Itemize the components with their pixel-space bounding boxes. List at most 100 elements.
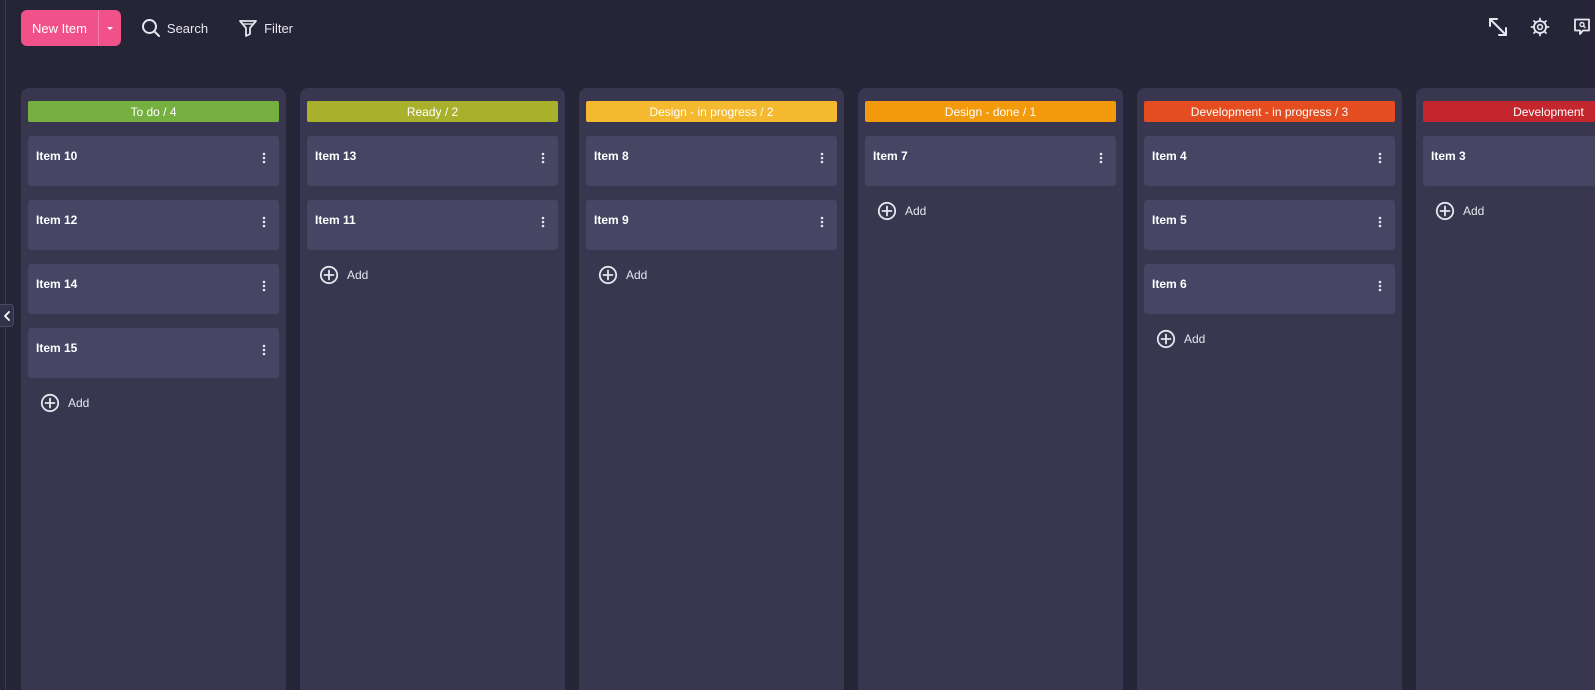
- plus-circle-icon: [877, 201, 897, 221]
- item-menu-button[interactable]: [817, 150, 827, 166]
- column-header[interactable]: Design - in progress / 2: [586, 101, 837, 122]
- item-menu-button[interactable]: [259, 150, 269, 166]
- item-menu-button[interactable]: [259, 278, 269, 294]
- more-vertical-icon: [262, 344, 266, 356]
- item-card[interactable]: Item 4: [1144, 136, 1395, 186]
- expand-icon: [1489, 18, 1507, 36]
- item-card[interactable]: Item 8: [586, 136, 837, 186]
- item-menu-button[interactable]: [1375, 214, 1385, 230]
- collapse-sidebar-button[interactable]: [0, 304, 14, 327]
- card-list: Item 7: [865, 136, 1116, 186]
- more-vertical-icon: [262, 280, 266, 292]
- search-label: Search: [166, 20, 209, 36]
- item-title: Item 12: [36, 213, 78, 227]
- add-label: Add: [1463, 204, 1485, 218]
- filter-label: Filter: [264, 20, 293, 36]
- column-header[interactable]: Development - in progress / 3: [1144, 101, 1395, 122]
- board-column: To do / 4 Item 10 Item 12 Item 14 Item 15 Add: [21, 88, 286, 690]
- board-column: Design - done / 1 Item 7 Add: [858, 88, 1123, 690]
- add-item-button[interactable]: Add: [319, 264, 558, 286]
- add-label: Add: [626, 268, 648, 282]
- board-column: Design - in progress / 2 Item 8 Item 9 Add: [579, 88, 844, 690]
- settings-icon: [1530, 17, 1550, 37]
- item-menu-button[interactable]: [1096, 150, 1106, 166]
- item-menu-button[interactable]: [1375, 150, 1385, 166]
- add-label: Add: [1184, 332, 1206, 346]
- item-card[interactable]: Item 10: [28, 136, 279, 186]
- card-list: Item 3: [1423, 136, 1595, 186]
- item-card[interactable]: Item 11: [307, 200, 558, 250]
- more-vertical-icon: [541, 216, 545, 228]
- card-list: Item 10 Item 12 Item 14 Item 15: [28, 136, 279, 378]
- more-vertical-icon: [1378, 280, 1382, 292]
- new-item-label[interactable]: New Item: [21, 10, 99, 46]
- top-right-actions: [1469, 14, 1595, 40]
- plus-circle-icon: [1156, 329, 1176, 349]
- item-card[interactable]: Item 13: [307, 136, 558, 186]
- item-title: Item 4: [1152, 149, 1187, 163]
- more-vertical-icon: [1099, 152, 1103, 164]
- item-menu-button[interactable]: [817, 214, 827, 230]
- add-label: Add: [905, 204, 927, 218]
- kanban-board: To do / 4 Item 10 Item 12 Item 14 Item 15 Add…: [21, 88, 1595, 690]
- item-card[interactable]: Item 7: [865, 136, 1116, 186]
- add-item-button[interactable]: Add: [1156, 328, 1395, 350]
- feedback-button[interactable]: [1569, 14, 1595, 40]
- item-card[interactable]: Item 5: [1144, 200, 1395, 250]
- left-divider: [5, 0, 6, 690]
- item-card[interactable]: Item 15: [28, 328, 279, 378]
- card-list: Item 8 Item 9: [586, 136, 837, 250]
- item-title: Item 14: [36, 277, 78, 291]
- item-title: Item 7: [873, 149, 908, 163]
- column-header[interactable]: Design - done / 1: [865, 101, 1116, 122]
- caret-down-icon: [106, 26, 113, 30]
- settings-button[interactable]: [1527, 14, 1553, 40]
- new-item-button[interactable]: New Item: [21, 10, 121, 46]
- column-header[interactable]: To do / 4: [28, 101, 279, 122]
- filter-button[interactable]: Filter: [238, 18, 293, 38]
- add-item-button[interactable]: Add: [877, 200, 1116, 222]
- column-header[interactable]: Ready / 2: [307, 101, 558, 122]
- filter-icon: [239, 20, 258, 37]
- add-item-button[interactable]: Add: [1435, 200, 1595, 222]
- more-vertical-icon: [820, 216, 824, 228]
- expand-button[interactable]: [1485, 14, 1511, 40]
- chevron-left-icon: [3, 310, 10, 321]
- item-menu-button[interactable]: [259, 342, 269, 358]
- item-title: Item 8: [594, 149, 629, 163]
- item-menu-button[interactable]: [538, 150, 548, 166]
- item-title: Item 6: [1152, 277, 1187, 291]
- card-list: Item 4 Item 5 Item 6: [1144, 136, 1395, 314]
- add-item-button[interactable]: Add: [40, 392, 279, 414]
- item-card[interactable]: Item 3: [1423, 136, 1595, 186]
- more-vertical-icon: [820, 152, 824, 164]
- add-label: Add: [347, 268, 369, 282]
- item-card[interactable]: Item 12: [28, 200, 279, 250]
- item-title: Item 3: [1431, 149, 1466, 163]
- item-title: Item 9: [594, 213, 629, 227]
- add-item-button[interactable]: Add: [598, 264, 837, 286]
- item-title: Item 15: [36, 341, 78, 355]
- kanban-app: New Item Search Filter To do / 4 Item 10…: [0, 0, 1595, 690]
- item-card[interactable]: Item 14: [28, 264, 279, 314]
- item-menu-button[interactable]: [538, 214, 548, 230]
- more-vertical-icon: [541, 152, 545, 164]
- plus-circle-icon: [598, 265, 618, 285]
- feedback-icon: [1574, 18, 1590, 35]
- more-vertical-icon: [262, 152, 266, 164]
- item-menu-button[interactable]: [259, 214, 269, 230]
- item-card[interactable]: Item 6: [1144, 264, 1395, 314]
- item-card[interactable]: Item 9: [586, 200, 837, 250]
- new-item-dropdown[interactable]: [99, 10, 121, 46]
- more-vertical-icon: [1378, 216, 1382, 228]
- item-title: Item 11: [315, 213, 356, 227]
- board-column: Development Item 3 Add: [1416, 88, 1595, 690]
- search-button[interactable]: Search: [141, 18, 208, 38]
- card-list: Item 13 Item 11: [307, 136, 558, 250]
- column-header[interactable]: Development: [1423, 101, 1595, 122]
- item-menu-button[interactable]: [1375, 278, 1385, 294]
- board-column: Ready / 2 Item 13 Item 11 Add: [300, 88, 565, 690]
- item-title: Item 10: [36, 149, 78, 163]
- item-title: Item 5: [1152, 213, 1187, 227]
- more-vertical-icon: [262, 216, 266, 228]
